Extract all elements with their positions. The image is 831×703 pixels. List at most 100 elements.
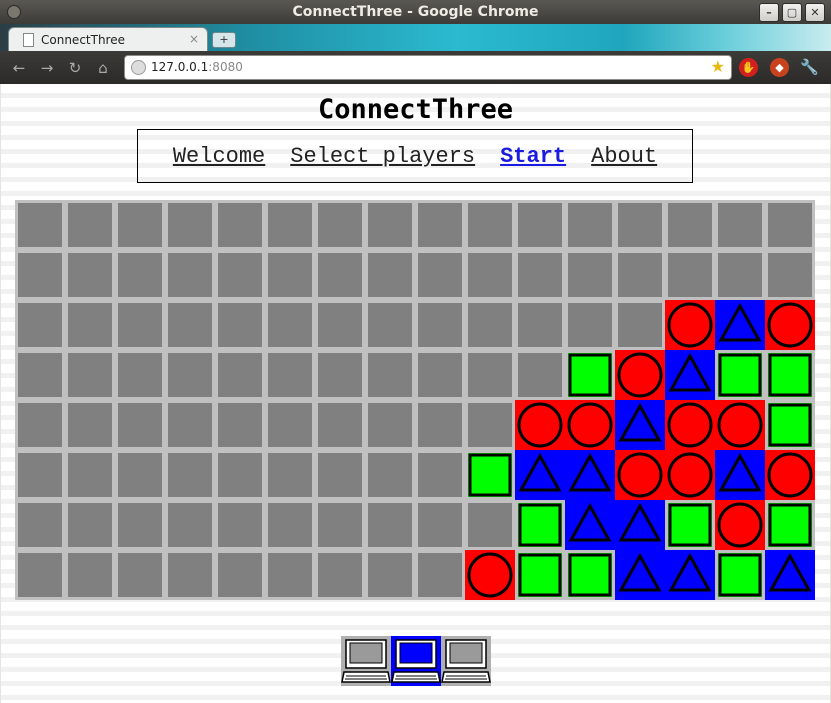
empty-cell[interactable]: [165, 550, 215, 600]
empty-cell[interactable]: [15, 500, 65, 550]
empty-cell[interactable]: [115, 500, 165, 550]
tab-connectthree[interactable]: ConnectThree ×: [8, 27, 208, 52]
adblock-extension-icon[interactable]: ✋: [739, 58, 758, 77]
circle-piece-cell[interactable]: [615, 450, 665, 500]
empty-cell[interactable]: [515, 200, 565, 250]
close-window-button[interactable]: ✕: [805, 3, 825, 22]
empty-cell[interactable]: [15, 350, 65, 400]
circle-piece-cell[interactable]: [615, 350, 665, 400]
empty-cell[interactable]: [715, 250, 765, 300]
forward-icon[interactable]: →: [38, 59, 56, 77]
empty-cell[interactable]: [515, 350, 565, 400]
empty-cell[interactable]: [265, 450, 315, 500]
empty-cell[interactable]: [765, 200, 815, 250]
empty-cell[interactable]: [15, 450, 65, 500]
empty-cell[interactable]: [465, 250, 515, 300]
triangle-piece-cell[interactable]: [665, 550, 715, 600]
empty-cell[interactable]: [115, 400, 165, 450]
empty-cell[interactable]: [315, 250, 365, 300]
circle-piece-cell[interactable]: [515, 400, 565, 450]
empty-cell[interactable]: [415, 550, 465, 600]
empty-cell[interactable]: [15, 250, 65, 300]
menu-welcome[interactable]: Welcome: [173, 144, 265, 169]
empty-cell[interactable]: [215, 550, 265, 600]
empty-cell[interactable]: [65, 500, 115, 550]
empty-cell[interactable]: [165, 450, 215, 500]
home-icon[interactable]: ⌂: [94, 59, 112, 77]
empty-cell[interactable]: [415, 200, 465, 250]
triangle-piece-cell[interactable]: [615, 500, 665, 550]
empty-cell[interactable]: [365, 300, 415, 350]
empty-cell[interactable]: [365, 350, 415, 400]
square-piece-cell[interactable]: [665, 500, 715, 550]
empty-cell[interactable]: [65, 400, 115, 450]
circle-piece-cell[interactable]: [565, 400, 615, 450]
empty-cell[interactable]: [65, 200, 115, 250]
reload-icon[interactable]: ↻: [66, 59, 84, 77]
empty-cell[interactable]: [265, 250, 315, 300]
square-piece-cell[interactable]: [715, 550, 765, 600]
square-piece-cell[interactable]: [715, 350, 765, 400]
empty-cell[interactable]: [215, 350, 265, 400]
triangle-piece-cell[interactable]: [615, 550, 665, 600]
back-icon[interactable]: ←: [10, 59, 28, 77]
empty-cell[interactable]: [415, 250, 465, 300]
wrench-icon[interactable]: 🔧: [800, 58, 819, 76]
triangle-piece-cell[interactable]: [715, 300, 765, 350]
square-piece-cell[interactable]: [765, 350, 815, 400]
empty-cell[interactable]: [215, 500, 265, 550]
empty-cell[interactable]: [115, 550, 165, 600]
empty-cell[interactable]: [65, 250, 115, 300]
triangle-piece-cell[interactable]: [565, 450, 615, 500]
empty-cell[interactable]: [515, 250, 565, 300]
empty-cell[interactable]: [315, 200, 365, 250]
tab-close-icon[interactable]: ×: [189, 32, 199, 46]
empty-cell[interactable]: [265, 550, 315, 600]
circle-piece-cell[interactable]: [665, 400, 715, 450]
empty-cell[interactable]: [165, 250, 215, 300]
extension-icon[interactable]: ◆: [770, 58, 789, 77]
menu-select-players[interactable]: Select players: [290, 144, 475, 169]
empty-cell[interactable]: [215, 200, 265, 250]
empty-cell[interactable]: [315, 350, 365, 400]
circle-piece-cell[interactable]: [715, 400, 765, 450]
empty-cell[interactable]: [565, 300, 615, 350]
empty-cell[interactable]: [465, 300, 515, 350]
empty-cell[interactable]: [415, 350, 465, 400]
circle-piece-cell[interactable]: [715, 500, 765, 550]
empty-cell[interactable]: [215, 400, 265, 450]
circle-piece-cell[interactable]: [665, 300, 715, 350]
square-piece-cell[interactable]: [465, 450, 515, 500]
empty-cell[interactable]: [665, 200, 715, 250]
square-piece-cell[interactable]: [515, 550, 565, 600]
square-piece-cell[interactable]: [565, 350, 615, 400]
minimize-button[interactable]: –: [759, 3, 779, 22]
empty-cell[interactable]: [365, 450, 415, 500]
empty-cell[interactable]: [265, 400, 315, 450]
square-piece-cell[interactable]: [565, 550, 615, 600]
triangle-piece-cell[interactable]: [565, 500, 615, 550]
empty-cell[interactable]: [265, 300, 315, 350]
empty-cell[interactable]: [65, 300, 115, 350]
empty-cell[interactable]: [265, 350, 315, 400]
empty-cell[interactable]: [115, 350, 165, 400]
empty-cell[interactable]: [265, 200, 315, 250]
empty-cell[interactable]: [15, 300, 65, 350]
empty-cell[interactable]: [365, 500, 415, 550]
empty-cell[interactable]: [165, 200, 215, 250]
empty-cell[interactable]: [465, 400, 515, 450]
empty-cell[interactable]: [465, 350, 515, 400]
empty-cell[interactable]: [615, 200, 665, 250]
empty-cell[interactable]: [365, 200, 415, 250]
empty-cell[interactable]: [415, 500, 465, 550]
computer-player-1[interactable]: [341, 636, 391, 686]
triangle-piece-cell[interactable]: [765, 550, 815, 600]
empty-cell[interactable]: [765, 250, 815, 300]
empty-cell[interactable]: [115, 450, 165, 500]
empty-cell[interactable]: [15, 200, 65, 250]
empty-cell[interactable]: [615, 300, 665, 350]
empty-cell[interactable]: [415, 450, 465, 500]
empty-cell[interactable]: [365, 400, 415, 450]
empty-cell[interactable]: [65, 450, 115, 500]
circle-piece-cell[interactable]: [665, 450, 715, 500]
